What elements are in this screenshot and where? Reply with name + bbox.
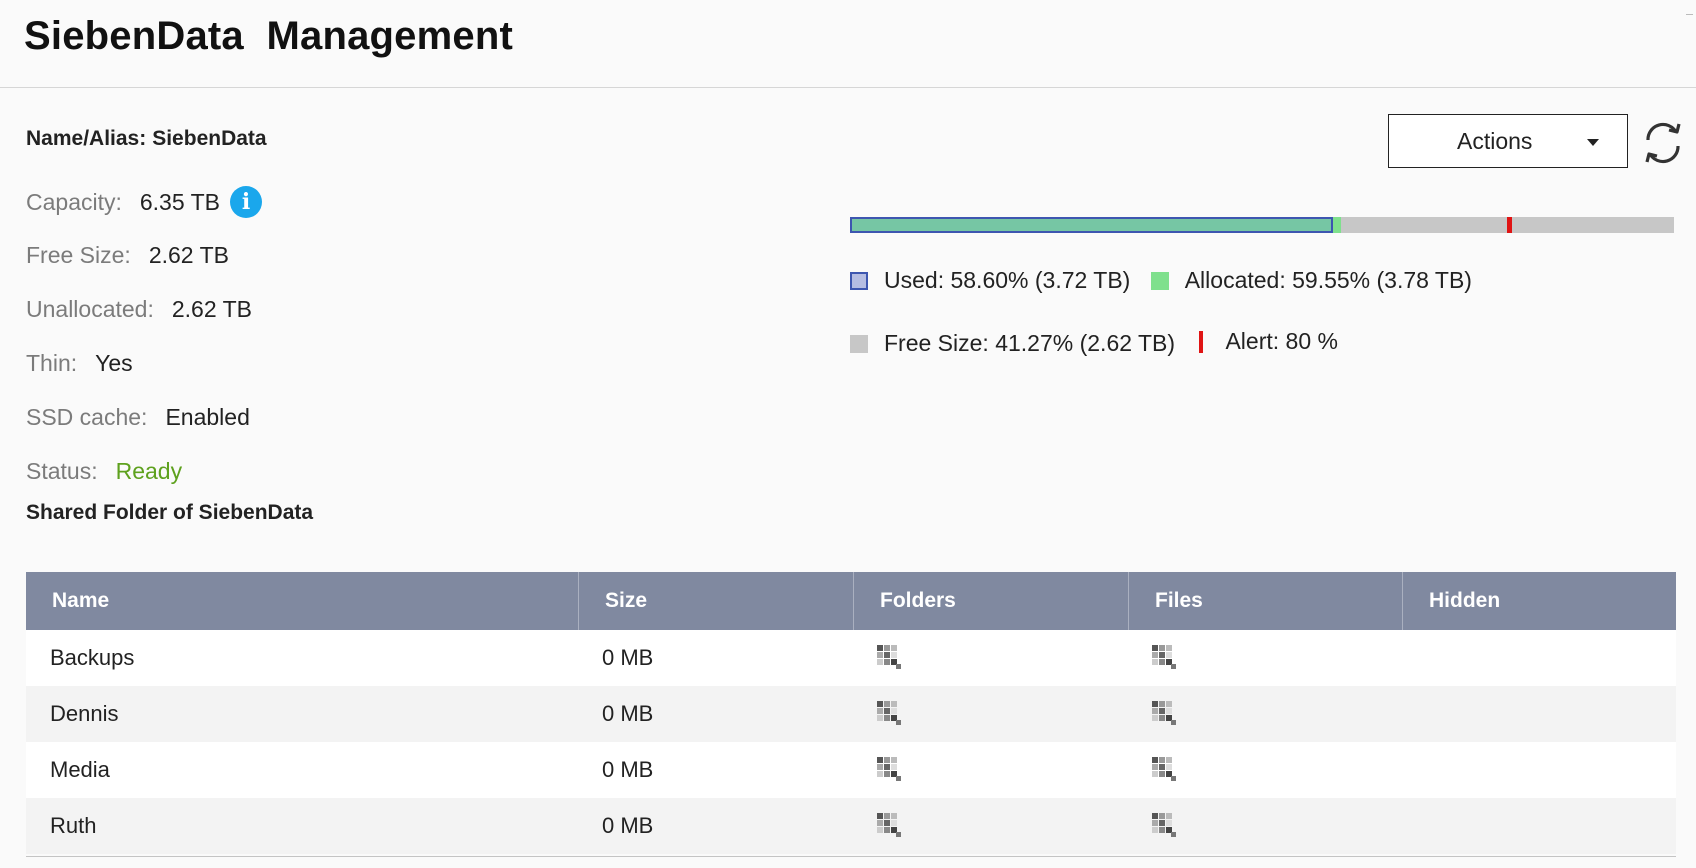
- cell-files: [1128, 798, 1402, 854]
- loading-placeholder-icon: [877, 701, 901, 726]
- actions-button-label: Actions: [1457, 128, 1533, 154]
- cell-size: 0 MB: [602, 813, 654, 838]
- loading-placeholder-icon: [877, 645, 901, 670]
- cell-name: Dennis: [50, 701, 119, 726]
- page-title: SiebenData Management: [24, 14, 513, 58]
- thin-value: Yes: [95, 350, 133, 376]
- allocated-swatch: [1150, 271, 1169, 290]
- legend-free-label: Free Size: 41.27% (2.62 TB): [884, 330, 1176, 356]
- free-size-label: Free Size:: [26, 242, 131, 268]
- legend-alert-label: Alert: 80 %: [1225, 328, 1338, 354]
- table-row[interactable]: Ruth 0 MB: [26, 798, 1676, 854]
- usage-bar: [850, 217, 1674, 233]
- unallocated-label: Unallocated:: [26, 296, 154, 322]
- cell-folders: [853, 742, 1128, 798]
- refresh-button[interactable]: [1640, 118, 1686, 168]
- cell-name: Media: [50, 757, 110, 782]
- caret-down-icon: [1587, 139, 1599, 146]
- status-row: Status: Ready: [26, 458, 182, 485]
- cell-hidden: [1402, 742, 1676, 798]
- unallocated-row: Unallocated: 2.62 TB: [26, 296, 252, 323]
- loading-placeholder-icon: [1152, 701, 1176, 726]
- cell-name: Ruth: [50, 813, 97, 838]
- alias-label: Name/Alias:: [26, 127, 147, 150]
- shared-folder-heading: Shared Folder of SiebenData: [26, 501, 314, 524]
- capacity-label: Capacity:: [26, 189, 122, 216]
- status-label: Status:: [26, 458, 98, 484]
- used-bar-segment: [850, 217, 1333, 233]
- shared-folder-table: Name Size Folders Files Hidden Backups 0 …: [26, 572, 1676, 857]
- cell-name: Backups: [50, 645, 135, 670]
- column-header-name[interactable]: Name: [26, 572, 578, 630]
- info-icon[interactable]: i: [230, 186, 263, 218]
- cell-files: [1128, 742, 1402, 798]
- cell-size: 0 MB: [602, 757, 654, 782]
- table-row[interactable]: Media 0 MB: [26, 742, 1676, 798]
- refresh-icon: [1645, 122, 1681, 164]
- cell-hidden: [1402, 686, 1676, 742]
- legend-free: Free Size: 41.27% (2.62 TB): [850, 330, 1175, 357]
- alert-threshold-marker: [1507, 217, 1513, 233]
- actions-dropdown-button[interactable]: Actions: [1388, 114, 1628, 168]
- cell-hidden: [1402, 798, 1676, 854]
- free-size-row: Free Size: 2.62 TB: [26, 242, 229, 269]
- legend-allocated: Allocated: 59.55% (3.78 TB): [1150, 267, 1472, 294]
- capacity-row: Capacity: 6.35 TB i: [26, 186, 263, 220]
- thin-row: Thin: Yes: [26, 350, 133, 377]
- table-row[interactable]: Dennis 0 MB: [26, 686, 1676, 742]
- cell-size: 0 MB: [602, 645, 654, 670]
- cell-folders: [853, 798, 1128, 854]
- ssd-cache-label: SSD cache:: [26, 404, 148, 430]
- legend-alert: Alert: 80 %: [1195, 328, 1338, 355]
- status-value: Ready: [115, 458, 183, 484]
- cell-hidden: [1402, 630, 1676, 686]
- capacity-value: 6.35 TB: [139, 189, 221, 216]
- column-header-size[interactable]: Size: [578, 572, 853, 630]
- alias-value: SiebenData: [152, 127, 267, 150]
- table-row[interactable]: Backups 0 MB: [26, 630, 1676, 686]
- legend-row-1: Used: 58.60% (3.72 TB) Allocated: 59.55%…: [850, 267, 1486, 296]
- legend-used: Used: 58.60% (3.72 TB): [850, 267, 1130, 294]
- column-header-files[interactable]: Files: [1128, 572, 1402, 630]
- alias-row: Name/Alias: SiebenData: [26, 127, 267, 151]
- column-header-hidden[interactable]: Hidden: [1402, 572, 1676, 630]
- loading-placeholder-icon: [877, 757, 901, 782]
- corner-divider: [1686, 14, 1693, 15]
- cell-size: 0 MB: [602, 701, 654, 726]
- cell-files: [1128, 630, 1402, 686]
- unallocated-value: 2.62 TB: [171, 296, 252, 322]
- table-body: Backups 0 MB Dennis 0 MB Media 0 MB Ruth 0 MB: [26, 630, 1676, 854]
- legend-row-2: Free Size: 41.27% (2.62 TB) Alert: 80 %: [850, 328, 1352, 359]
- legend-used-label: Used: 58.60% (3.72 TB): [884, 267, 1131, 293]
- alert-swatch: [1199, 330, 1204, 353]
- loading-placeholder-icon: [1152, 813, 1176, 838]
- loading-placeholder-icon: [1152, 757, 1176, 782]
- table-bottom-border: [26, 856, 1676, 857]
- ssd-cache-row: SSD cache: Enabled: [26, 404, 250, 431]
- table-header: Name Size Folders Files Hidden: [26, 572, 1676, 630]
- cell-files: [1128, 686, 1402, 742]
- free-size-value: 2.62 TB: [148, 242, 229, 268]
- cell-folders: [853, 630, 1128, 686]
- free-swatch: [850, 334, 868, 353]
- used-swatch: [850, 271, 868, 290]
- loading-placeholder-icon: [1152, 645, 1176, 670]
- ssd-cache-value: Enabled: [165, 404, 250, 430]
- thin-label: Thin:: [26, 350, 78, 376]
- legend-allocated-label: Allocated: 59.55% (3.78 TB): [1184, 267, 1472, 293]
- column-header-folders[interactable]: Folders: [853, 572, 1128, 630]
- loading-placeholder-icon: [877, 813, 901, 838]
- cell-folders: [853, 686, 1128, 742]
- page-header: SiebenData Management: [0, 0, 1696, 88]
